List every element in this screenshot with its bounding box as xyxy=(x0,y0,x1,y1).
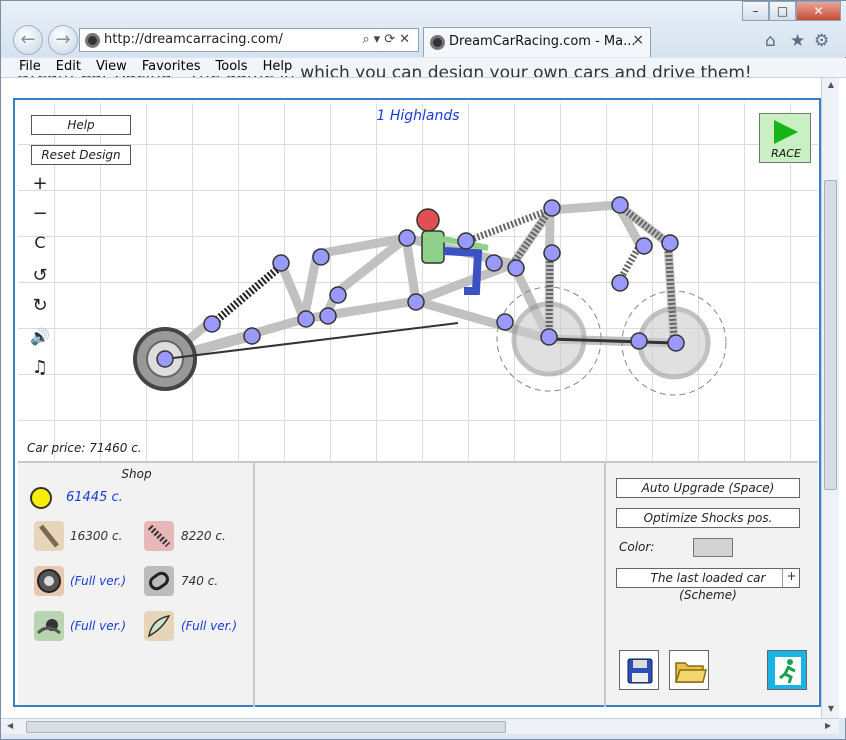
beam-icon[interactable] xyxy=(34,521,64,551)
tab-close-icon[interactable]: × xyxy=(632,32,644,48)
car-design[interactable] xyxy=(18,103,818,433)
scroll-right-icon[interactable]: ▶ xyxy=(825,721,831,730)
vertical-scrollbar[interactable]: ▲ ▼ xyxy=(821,78,839,718)
page-content: Help Reset Design 1 Highlands RACE + − C… xyxy=(1,78,846,718)
exit-button[interactable] xyxy=(767,650,807,690)
restore-button[interactable]: □ xyxy=(769,1,796,21)
design-canvas[interactable]: Help Reset Design 1 Highlands RACE + − C… xyxy=(18,103,818,461)
minimize-button[interactable]: – xyxy=(742,1,769,21)
scroll-down-icon[interactable]: ▼ xyxy=(822,704,840,713)
tab-favicon-icon xyxy=(430,35,445,50)
site-favicon-icon xyxy=(85,33,100,48)
car-price: Car price: 71460 c. xyxy=(27,441,142,455)
scroll-left-icon[interactable]: ◀ xyxy=(7,721,13,730)
game-frame: Help Reset Design 1 Highlands RACE + − C… xyxy=(13,98,821,707)
browser-chrome: ← → http://dreamcarracing.com/ ⌕▾⟳✕ Drea… xyxy=(1,1,846,57)
browser-window: ← → http://dreamcarracing.com/ ⌕▾⟳✕ Drea… xyxy=(0,0,846,740)
tab-title: DreamCarRacing.com - Ma... xyxy=(449,34,636,49)
driver xyxy=(416,208,489,295)
middle-panel xyxy=(257,463,606,707)
shop-panel: Shop 61445 c. 16300 c. 8220 c. (Full ver… xyxy=(18,463,255,707)
close-window-button[interactable]: ✕ xyxy=(796,1,841,21)
shop-item-beam-price: 16300 c. xyxy=(70,529,123,543)
scroll-up-icon[interactable]: ▲ xyxy=(822,80,840,89)
money-balance: 61445 c. xyxy=(66,490,123,505)
color-picker[interactable] xyxy=(693,538,733,557)
window-controls: – □ ✕ xyxy=(742,1,841,21)
wheel-icon[interactable] xyxy=(34,566,64,596)
folder-icon xyxy=(674,662,707,683)
chain-icon[interactable] xyxy=(144,566,174,596)
open-button[interactable] xyxy=(669,650,709,690)
shop-item-wheel-price: (Full ver.) xyxy=(70,574,126,588)
shop-item-shock-price: 8220 c. xyxy=(181,529,226,543)
menu-file[interactable]: File xyxy=(1,58,49,76)
floppy-disk-icon xyxy=(627,658,653,684)
browser-tab[interactable]: DreamCarRacing.com - Ma... × xyxy=(423,27,651,57)
exit-door-icon xyxy=(775,657,801,685)
menu-bar: Dream Car Racing - The game in which you… xyxy=(1,58,846,78)
horizontal-scroll-thumb[interactable] xyxy=(26,721,506,733)
favorites-star-icon[interactable]: ★ xyxy=(790,31,805,51)
menu-view[interactable]: View xyxy=(88,58,135,76)
scheme-label: (Scheme) xyxy=(679,588,737,602)
loaded-car-label: The last loaded car xyxy=(650,571,766,585)
url-text[interactable]: http://dreamcarracing.com/ xyxy=(104,32,283,47)
wing-icon[interactable] xyxy=(144,611,174,641)
color-label: Color: xyxy=(619,540,655,554)
shop-item-engine-price: (Full ver.) xyxy=(70,619,126,633)
shock-absorber-icon[interactable] xyxy=(144,521,174,551)
auto-upgrade-button[interactable]: Auto Upgrade (Space) xyxy=(616,478,800,498)
optimize-shocks-button[interactable]: Optimize Shocks pos. xyxy=(616,508,800,528)
coin-icon xyxy=(30,487,52,509)
settings-gear-icon[interactable]: ⚙ xyxy=(814,31,829,51)
save-button[interactable] xyxy=(619,650,659,690)
vertical-scroll-thumb[interactable] xyxy=(824,180,837,490)
shop-title: Shop xyxy=(121,467,152,481)
engine-icon[interactable] xyxy=(34,611,64,641)
shop-item-chain-price: 740 c. xyxy=(181,574,219,588)
menu-favorites[interactable]: Favorites xyxy=(134,58,209,76)
home-icon[interactable]: ⌂ xyxy=(765,31,776,51)
address-bar-tools-icon[interactable]: ⌕▾⟳✕ xyxy=(362,32,414,47)
loaded-car-select[interactable]: The last loaded car xyxy=(616,568,800,588)
add-car-button[interactable]: + xyxy=(782,568,800,587)
menu-tools[interactable]: Tools xyxy=(208,58,256,76)
bottom-panel: Shop 61445 c. 16300 c. 8220 c. (Full ver… xyxy=(18,461,818,707)
menu-items: File Edit View Favorites Tools Help xyxy=(1,58,301,77)
address-bar[interactable]: http://dreamcarracing.com/ ⌕▾⟳✕ xyxy=(79,28,419,52)
driver-helmet-icon xyxy=(416,208,440,232)
horizontal-scrollbar[interactable]: ◀ ▶ xyxy=(1,718,839,734)
menu-help[interactable]: Help xyxy=(255,58,301,76)
forward-button[interactable]: → xyxy=(48,25,78,55)
menu-edit[interactable]: Edit xyxy=(48,58,89,76)
back-button[interactable]: ← xyxy=(13,25,43,55)
shop-item-wing-price: (Full ver.) xyxy=(181,619,237,633)
